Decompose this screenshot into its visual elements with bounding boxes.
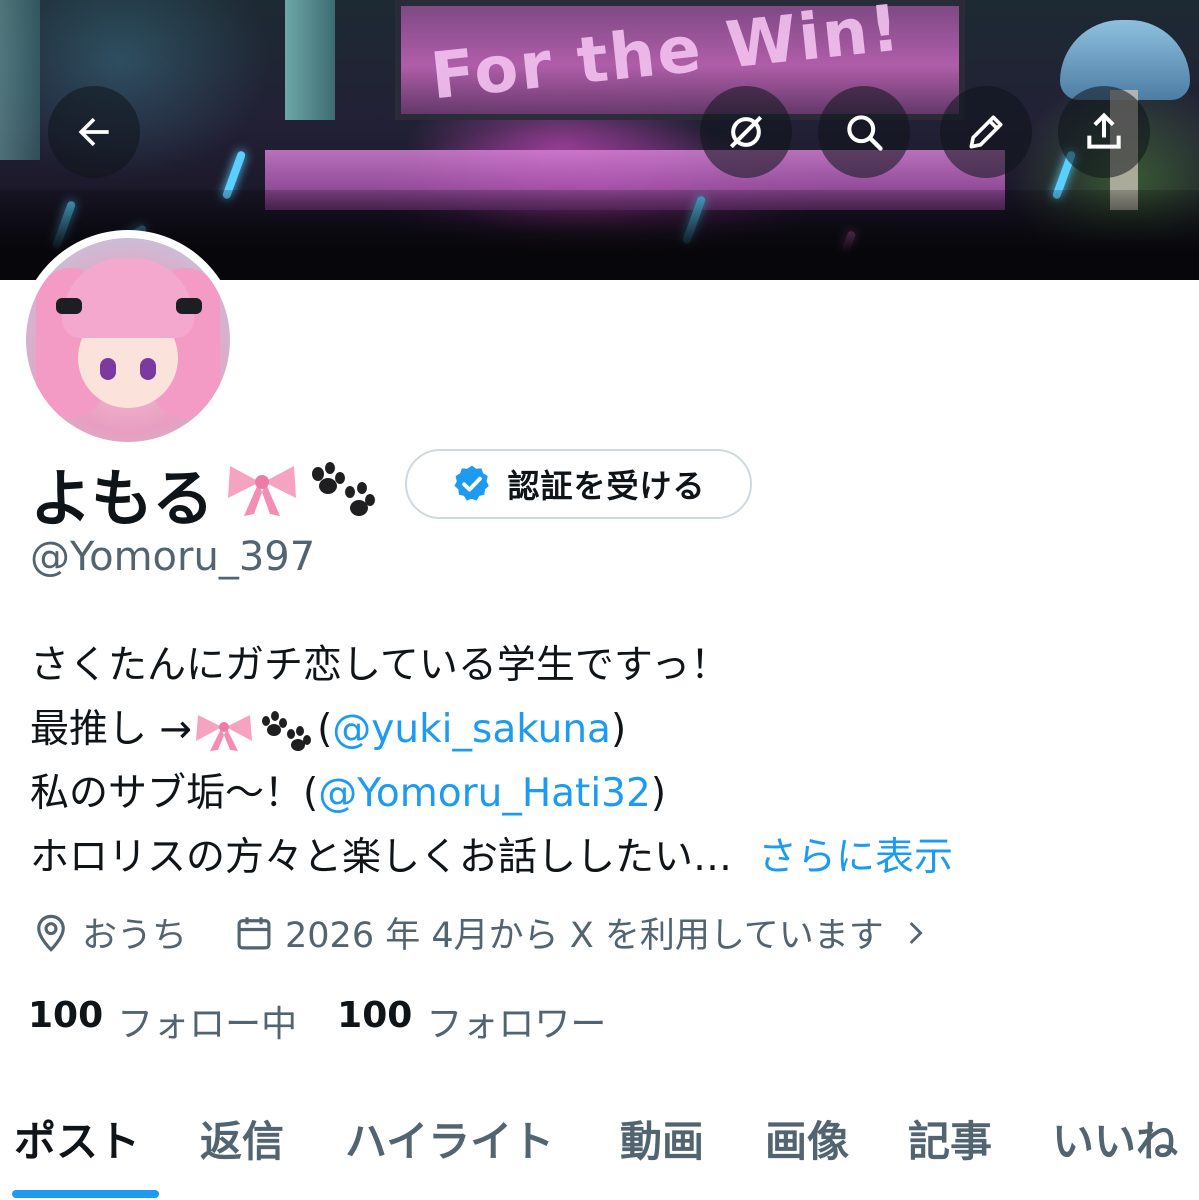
followers-label: フォロワー: [426, 1004, 607, 1045]
following-label: フォロー中: [117, 1004, 298, 1045]
bio-line: ホロリスの方々と楽しくお話ししたい… さらに表示: [30, 826, 1180, 890]
profile-bio: さくたんにガチ恋している学生ですっ！ 最推し → ( @yuki_sakuna …: [30, 634, 1180, 890]
bio-line: 最推し → ( @yuki_sakuna ): [30, 698, 1180, 762]
tab-videos[interactable]: 動画: [620, 1108, 704, 1169]
mention-link[interactable]: @Yomoru_Hati32: [318, 762, 651, 826]
share-icon: [1087, 112, 1121, 149]
display-name: よもる: [30, 462, 214, 535]
chevron-right-icon: [909, 921, 923, 944]
get-verified-label: 認証を受ける: [507, 467, 706, 505]
avatar-image: [26, 238, 230, 442]
location: おうち: [30, 907, 187, 958]
mention-link[interactable]: @yuki_sakuna: [332, 698, 611, 762]
banner-mushroom-decor: [1060, 20, 1190, 100]
show-more-link[interactable]: さらに表示: [758, 826, 953, 890]
tab-articles[interactable]: 記事: [908, 1108, 992, 1169]
calendar-icon: [237, 916, 271, 949]
grok-icon: [729, 115, 763, 149]
profile-tabs: ポスト 返信 ハイライト 動画 画像 記事 いいね: [0, 1100, 1199, 1200]
verified-badge-icon: [454, 465, 490, 501]
active-tab-indicator: [12, 1190, 159, 1198]
tab-likes[interactable]: いいね: [1052, 1108, 1178, 1169]
tab-posts[interactable]: ポスト: [14, 1108, 140, 1169]
share-button[interactable]: [1058, 86, 1150, 178]
tab-replies[interactable]: 返信: [200, 1108, 284, 1169]
following-link[interactable]: 100 フォロー中: [28, 995, 297, 1047]
back-button[interactable]: [48, 86, 140, 178]
join-date[interactable]: 2026 年 4月から X を利用しています: [233, 907, 942, 958]
pencil-icon: [969, 115, 1003, 149]
follow-stats: 100 フォロー中 100 フォロワー: [28, 995, 646, 1047]
banner-pillar-decor: [285, 0, 335, 120]
following-count: 100: [28, 995, 104, 1036]
arrow-left-icon: [78, 117, 109, 147]
ribbon-paw-emoji: [228, 462, 375, 516]
location-pin-icon: [37, 914, 65, 952]
tab-highlights[interactable]: ハイライト: [345, 1108, 554, 1169]
bio-line: さくたんにガチ恋している学生ですっ！: [30, 643, 730, 688]
banner-pillar-decor: [0, 0, 40, 160]
profile-meta: おうち 2026 年 4月から X を利用しています: [30, 907, 942, 958]
grok-button[interactable]: [700, 86, 792, 178]
bio-line: 私のサブ垢〜！( @Yomoru_Hati32 ): [30, 762, 1180, 826]
followers-count: 100: [337, 995, 413, 1036]
avatar[interactable]: [18, 230, 238, 450]
search-icon: [847, 115, 883, 151]
followers-link[interactable]: 100 フォロワー: [337, 995, 606, 1047]
tab-media[interactable]: 画像: [765, 1108, 849, 1169]
edit-button[interactable]: [940, 86, 1032, 178]
search-button[interactable]: [818, 86, 910, 178]
get-verified-button[interactable]: 認証を受ける: [405, 449, 752, 519]
user-handle: @Yomoru_397: [30, 534, 316, 580]
ribbon-paw-emoji: [196, 711, 312, 751]
